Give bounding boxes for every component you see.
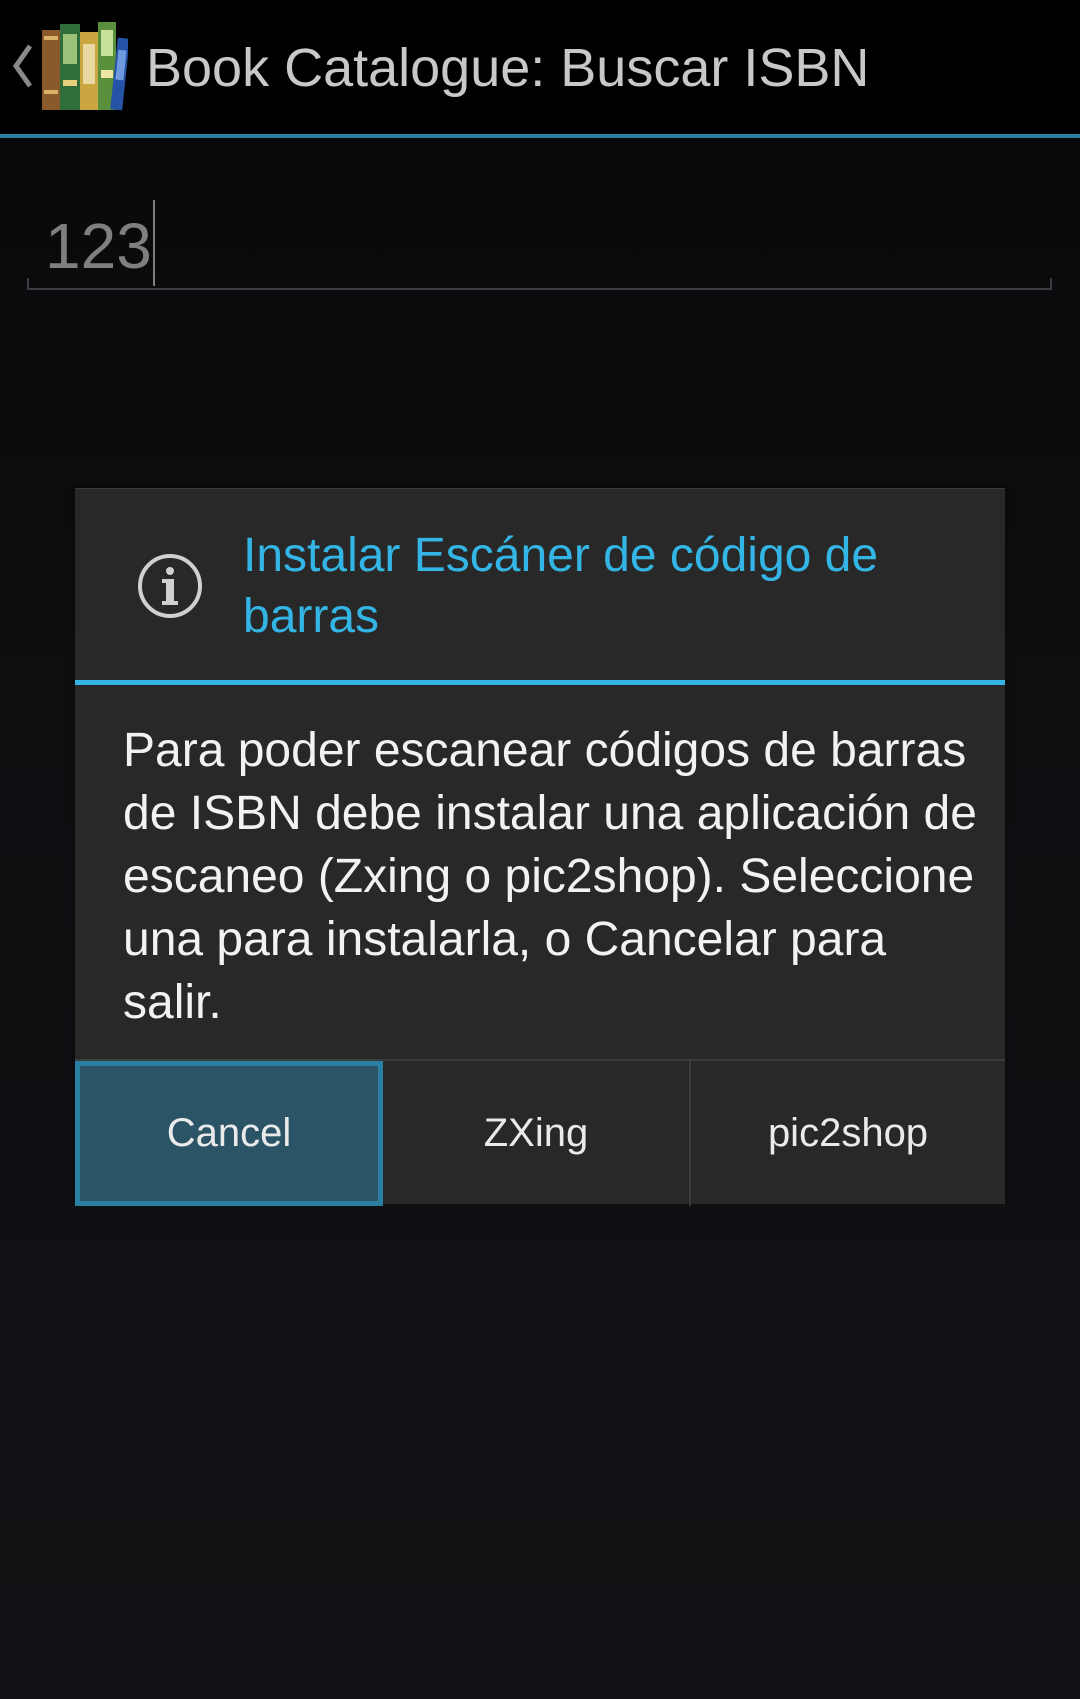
books-app-icon[interactable] xyxy=(40,20,128,112)
isbn-input[interactable]: 123 xyxy=(27,180,1052,290)
isbn-input-value: 123 xyxy=(45,200,155,286)
screen: Book Catalogue: Buscar ISBN 123 Instalar… xyxy=(0,0,1080,1699)
action-bar: Book Catalogue: Buscar ISBN xyxy=(0,0,1080,138)
dialog-message: Para poder escanear códigos de barras de… xyxy=(123,724,977,1029)
text-cursor xyxy=(152,200,155,286)
page-title: Book Catalogue: Buscar ISBN xyxy=(146,38,870,98)
dialog-title: Instalar Escáner de código de barras xyxy=(243,529,879,643)
install-scanner-dialog: Instalar Escáner de código de barras Par… xyxy=(75,488,1005,1206)
isbn-input-text: 123 xyxy=(45,210,152,282)
info-icon xyxy=(138,554,202,618)
pic2shop-button[interactable]: pic2shop xyxy=(691,1061,1005,1206)
dialog-button-bar: Cancel ZXing pic2shop xyxy=(75,1059,1005,1206)
zxing-button[interactable]: ZXing xyxy=(383,1061,691,1206)
cancel-button[interactable]: Cancel xyxy=(75,1061,383,1206)
chevron-left-icon[interactable] xyxy=(10,40,36,92)
dialog-header: Instalar Escáner de código de barras xyxy=(75,489,1005,685)
